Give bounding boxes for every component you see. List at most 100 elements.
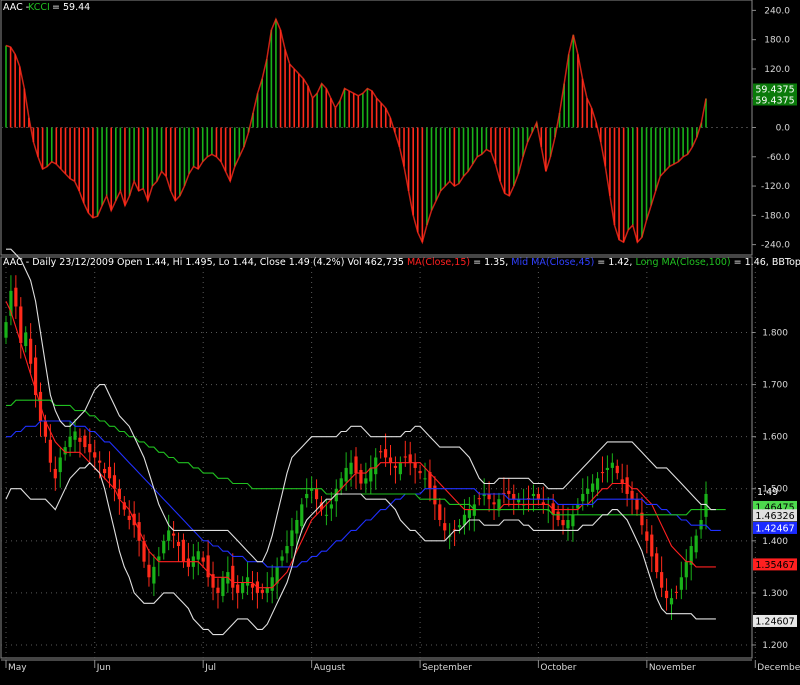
candle-body <box>162 540 166 554</box>
candle-body <box>107 466 112 479</box>
candle-body <box>14 287 18 307</box>
candle-body <box>201 557 205 562</box>
candle-body <box>418 471 422 474</box>
kcci-ytick-label: -120.0 <box>761 182 790 192</box>
price-ytick-label: 1.600 <box>762 433 788 443</box>
candle-body <box>625 477 629 494</box>
candle-body <box>413 462 417 468</box>
candle-body <box>88 443 92 453</box>
price-header-part: MA(Close,15) <box>407 257 470 268</box>
price-header-part: BBTop(Close,15,2) = 1.46, <box>772 257 800 268</box>
candle-body <box>19 306 23 343</box>
candle-body <box>408 454 412 463</box>
candle-body <box>507 490 511 494</box>
candle-body <box>300 504 304 527</box>
candle-body <box>403 456 407 458</box>
candle-body <box>349 462 353 475</box>
candle-body <box>359 469 363 484</box>
candle-body <box>467 509 471 518</box>
candle-body <box>181 539 186 562</box>
price-ytick-label: 1.300 <box>762 589 788 599</box>
candle-body <box>660 572 664 588</box>
candle-body <box>305 493 309 499</box>
last-price-label: 1.49 <box>757 487 778 498</box>
candle-body <box>354 456 358 474</box>
candle-body <box>379 451 383 453</box>
price-header-part: Long MA(Close,100) <box>635 257 730 268</box>
candle-body <box>487 493 491 500</box>
candle-body <box>595 478 600 490</box>
stock-chart: 240.0180.0120.060.00.0-60.0-120.0-180.0-… <box>0 0 800 685</box>
price-value-tag-label: 1.46326 <box>755 511 794 522</box>
candle-body <box>561 519 565 526</box>
candle-body <box>581 493 585 502</box>
candle-body <box>127 515 131 520</box>
price-header-part: AAC - Daily 23/12/2009 Open 1.44, Hi 1.4… <box>3 257 407 268</box>
candle-body <box>83 435 87 448</box>
candle-body <box>216 587 220 593</box>
candle-body <box>172 533 176 536</box>
candle-body <box>78 437 82 442</box>
candle-body <box>571 514 575 527</box>
kcci-header-indicator: KCCI <box>28 2 50 13</box>
candle-body <box>196 551 200 560</box>
kcci-panel-header: AAC - KCCI = 59.44 <box>3 2 90 13</box>
candle-body <box>295 519 299 534</box>
candle-body <box>655 553 659 573</box>
candle-body <box>605 467 610 470</box>
candle-body <box>398 462 402 475</box>
candle-body <box>221 577 225 597</box>
candle-body <box>531 493 536 497</box>
candle-body <box>314 488 319 500</box>
candle-body <box>423 478 427 480</box>
candle-body <box>477 498 481 500</box>
candle-body <box>566 519 570 529</box>
candle-body <box>383 449 388 458</box>
candle-body <box>236 584 240 593</box>
candle-body <box>186 558 190 567</box>
candle-body <box>270 577 274 591</box>
kcci-ytick-label: -60.0 <box>767 153 791 163</box>
candle-body <box>586 488 590 494</box>
candle-body <box>73 431 77 440</box>
candle-body <box>457 525 462 528</box>
price-value-tag-label: 1.35467 <box>755 560 794 571</box>
month-label: May <box>8 663 27 673</box>
candle-body <box>556 511 560 520</box>
candle-body <box>615 465 619 474</box>
price-header-text: AAC - Daily 23/12/2009 Open 1.44, Hi 1.4… <box>3 257 800 268</box>
candle-body <box>152 566 156 584</box>
candle-body <box>694 535 698 553</box>
candle-body <box>285 546 289 554</box>
candle-body <box>280 556 284 561</box>
candle-body <box>600 472 605 474</box>
price-ytick-label: 1.800 <box>762 329 788 339</box>
candle-body <box>48 439 52 463</box>
candle-body <box>265 587 269 593</box>
candle-body <box>329 504 333 509</box>
candle-body <box>344 467 348 482</box>
candle-body <box>58 457 62 473</box>
month-label: August <box>314 663 346 673</box>
candle-body <box>679 577 683 590</box>
candle-body <box>664 590 669 599</box>
candle-body <box>53 468 57 479</box>
kcci-value-tag-label: 59.4375 <box>755 95 794 106</box>
candle-body <box>167 530 171 541</box>
candle-body <box>674 591 679 593</box>
candle-body <box>492 502 496 505</box>
candle-body <box>645 531 649 541</box>
month-label: Jul <box>204 663 216 673</box>
candle-body <box>93 452 97 458</box>
month-label: September <box>422 663 472 673</box>
candle-body <box>684 561 688 578</box>
candle-body <box>260 589 264 593</box>
candle-body <box>374 457 378 475</box>
price-ytick-label: 1.400 <box>762 537 788 547</box>
candle-body <box>231 565 235 588</box>
price-ytick-label: 1.700 <box>762 381 788 391</box>
candle-body <box>369 467 373 482</box>
candle-body <box>591 483 595 492</box>
candle-body <box>610 462 614 468</box>
kcci-value-tag-label: 59.4375 <box>755 84 794 95</box>
